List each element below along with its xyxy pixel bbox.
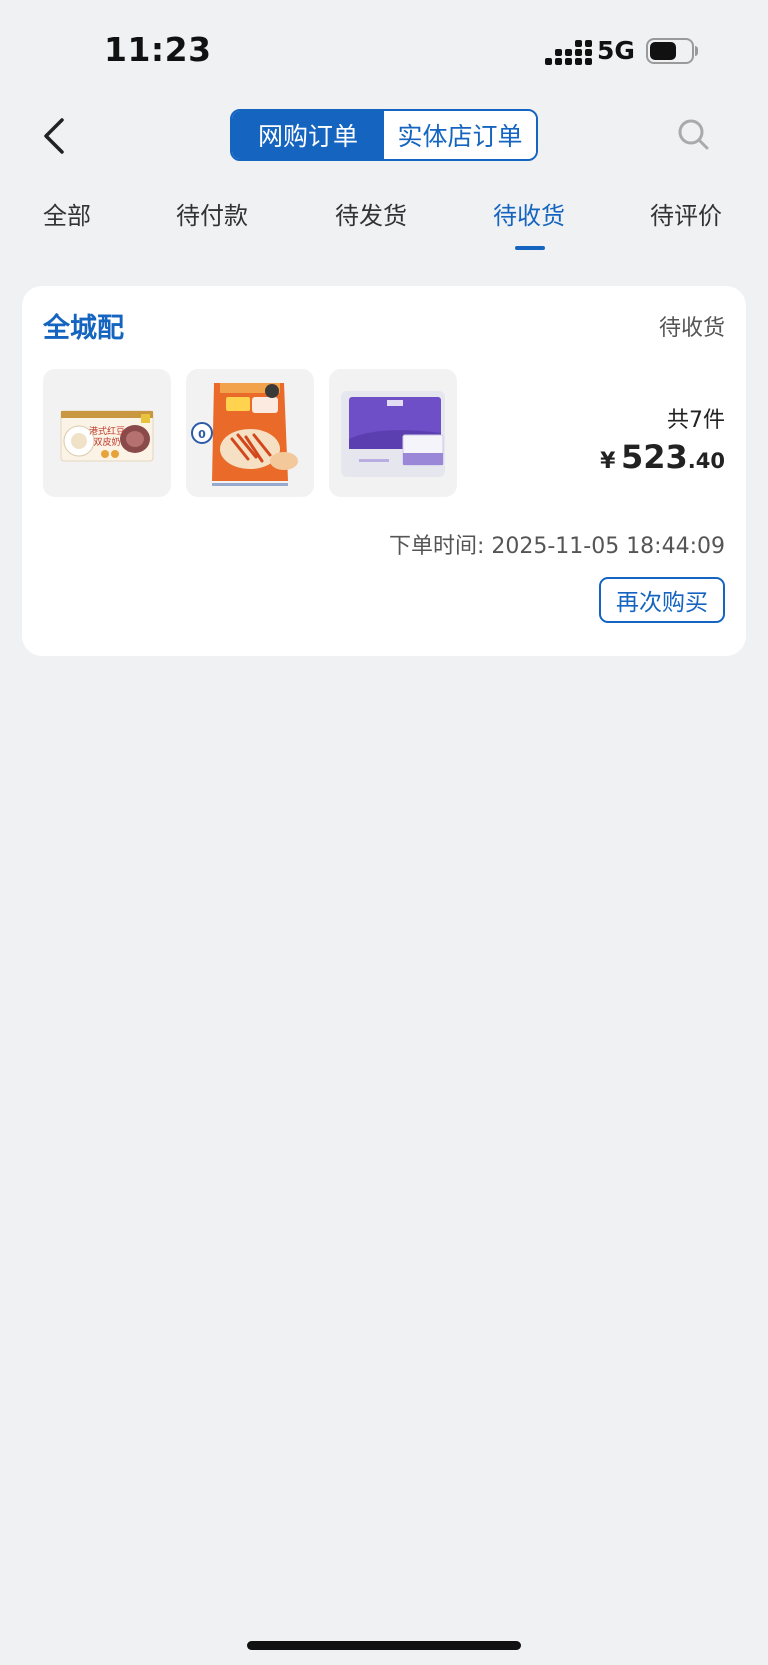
svg-text:0: 0: [198, 428, 206, 441]
product-thumbnail-2[interactable]: 0: [186, 369, 314, 497]
product-thumbnail-3[interactable]: [329, 369, 457, 497]
product-thumbnail-1[interactable]: 港式红豆 双皮奶: [43, 369, 171, 497]
tab-pending-shipment[interactable]: 待发货: [335, 196, 407, 231]
tab-pending-receipt[interactable]: 待收货: [493, 196, 565, 231]
home-indicator[interactable]: [247, 1641, 521, 1650]
signal-icon: [545, 40, 593, 67]
back-button[interactable]: [38, 112, 78, 160]
order-time: 下单时间: 2025-11-05 18:44:09: [388, 534, 725, 559]
active-tab-indicator: [515, 246, 545, 250]
order-total-price: ¥ 523.40: [600, 438, 725, 476]
segment-store-orders[interactable]: 实体店订单: [384, 111, 536, 159]
purple-tissue-pack-icon: [341, 391, 445, 477]
status-bar: 11:23 5G: [0, 0, 768, 100]
price-integer: 523: [621, 438, 688, 476]
item-count: 共7件: [667, 408, 725, 433]
rebuy-button[interactable]: 再次购买: [599, 577, 725, 623]
segment-online-orders[interactable]: 网购订单: [232, 111, 384, 159]
tab-all[interactable]: 全部: [43, 196, 91, 231]
search-icon: [678, 119, 709, 150]
order-source-toggle: 网购订单 实体店订单: [230, 109, 538, 161]
order-status: 待收货: [658, 316, 725, 341]
chevron-left-icon: [44, 118, 64, 154]
tab-pending-payment[interactable]: 待付款: [176, 196, 248, 231]
battery-icon: [646, 38, 698, 64]
price-currency: ¥: [600, 449, 616, 474]
status-time: 11:23: [104, 30, 212, 69]
order-status-tabs: 全部 待付款 待发货 待收货 待评价: [0, 196, 768, 256]
delivery-type: 全城配: [43, 313, 124, 344]
network-type: 5G: [597, 36, 635, 65]
svg-text:港式红豆: 港式红豆: [89, 425, 125, 437]
svg-text:双皮奶: 双皮奶: [93, 436, 120, 448]
search-button[interactable]: [676, 117, 712, 153]
order-card[interactable]: 全城配 待收货 港式红豆 双皮奶 0 共7件 ¥ 523.40 下单时间: 20…: [22, 286, 746, 656]
price-decimal: .40: [687, 449, 725, 473]
orange-snack-bag-icon: 0: [191, 383, 298, 486]
tab-pending-review[interactable]: 待评价: [650, 196, 722, 231]
red-bean-milk-pudding-box-icon: 港式红豆 双皮奶: [60, 410, 154, 462]
